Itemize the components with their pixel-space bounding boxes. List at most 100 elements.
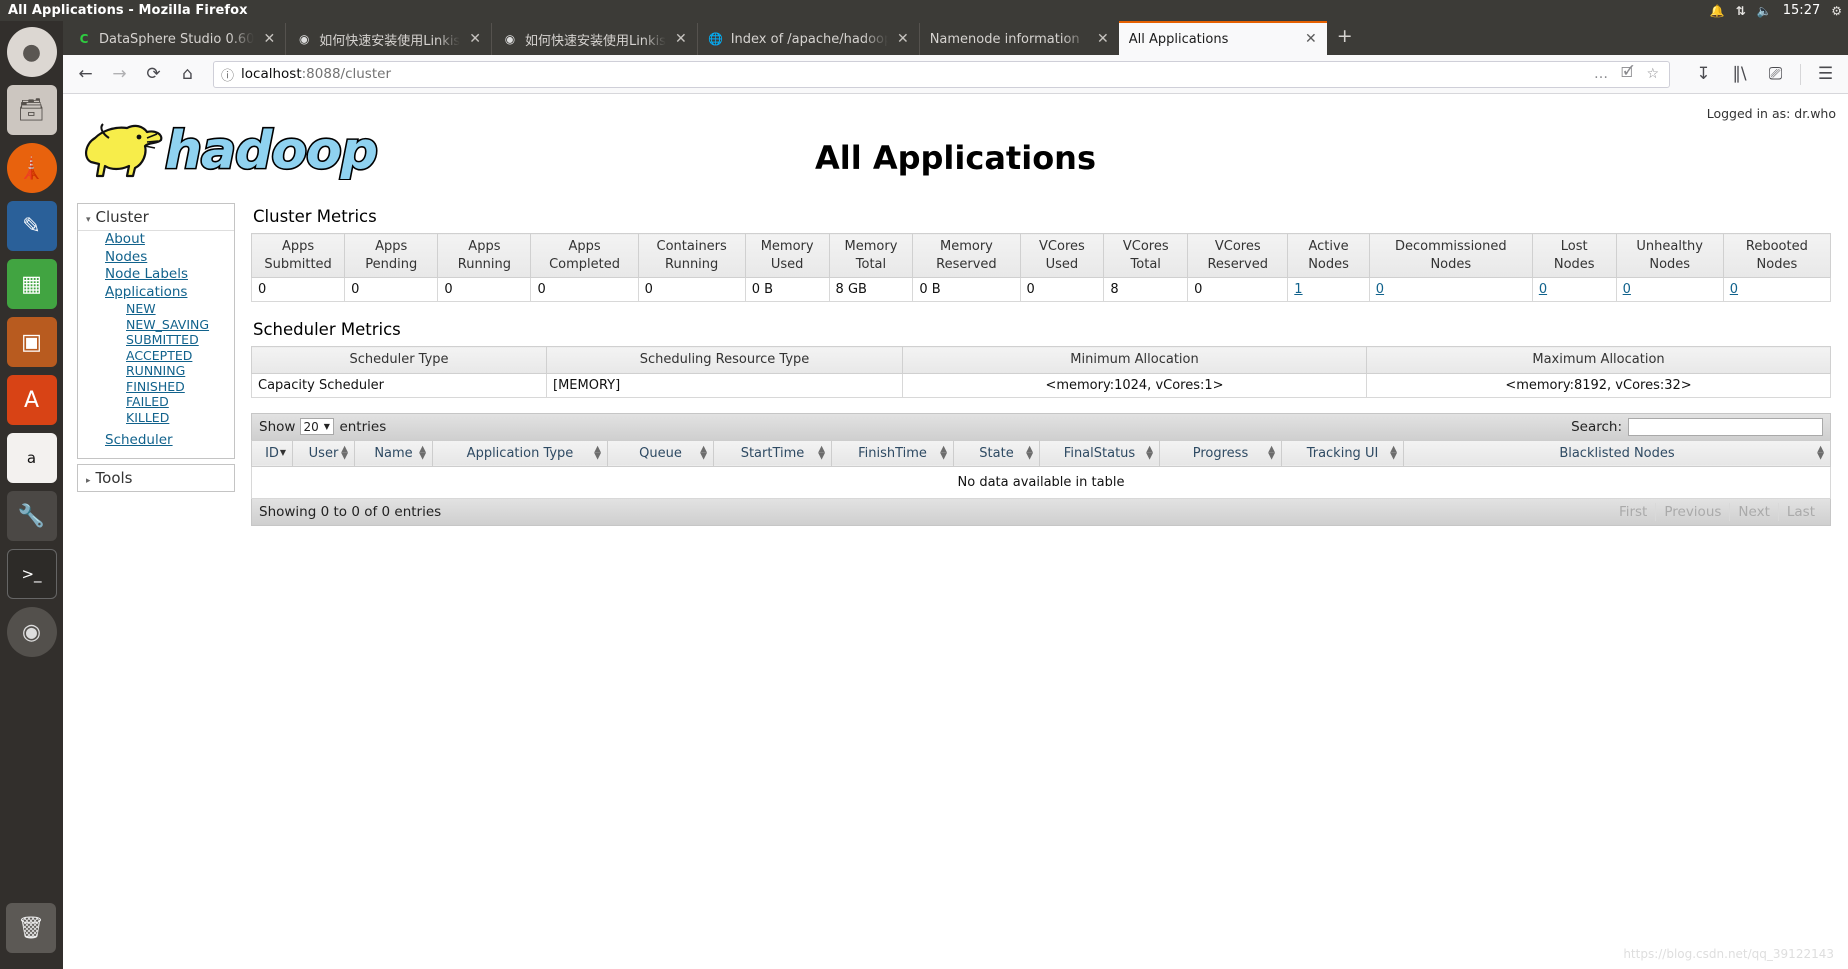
volume-icon[interactable]: 🔈	[1757, 5, 1772, 17]
metric-value[interactable]: 0	[1722, 277, 1832, 303]
col-queue[interactable]: Queue ▲ ▼	[607, 439, 714, 467]
tab-close-icon[interactable]: ✕	[1303, 32, 1319, 46]
globe-favicon-icon: 🌐	[708, 32, 724, 46]
sidebar-item-submitted[interactable]: SUBMITTED	[78, 333, 234, 348]
entries-select[interactable]: 20 ▼	[300, 418, 335, 436]
metric-link[interactable]: 0	[1376, 282, 1384, 297]
tab-close-icon[interactable]: ✕	[673, 32, 689, 46]
metric-value[interactable]: 1	[1287, 277, 1370, 303]
sidebar-item-nodes[interactable]: Nodes	[78, 250, 234, 266]
pocket-icon[interactable]: 🗹	[1618, 62, 1637, 86]
hamburger-menu-icon[interactable]: ☰	[1810, 59, 1841, 90]
metric-link[interactable]: 1	[1294, 282, 1302, 297]
pager-first-button[interactable]: First	[1611, 503, 1655, 521]
notification-icon[interactable]: 🔔	[1710, 5, 1725, 17]
sidebar-item-running[interactable]: RUNNING	[78, 364, 234, 379]
address-bar[interactable]: ⓘ localhost:8088/cluster … 🗹 ☆	[213, 60, 1670, 88]
library-icon[interactable]: ∥\	[1724, 59, 1755, 90]
col-user[interactable]: User ▲ ▼	[292, 439, 355, 467]
browser-tab[interactable]: 🌐 Index of /apache/hadoop ✕	[696, 23, 919, 55]
launcher-calc-icon[interactable]: ▦	[6, 259, 57, 309]
pager-last-button[interactable]: Last	[1777, 502, 1823, 521]
browser-tab[interactable]: C DataSphere Studio 0.60 ✕	[66, 23, 285, 55]
sidebar-item-failed[interactable]: FAILED	[78, 395, 234, 410]
launcher-writer-icon[interactable]: ✎	[6, 201, 57, 251]
metric-link[interactable]: 0	[1623, 282, 1631, 297]
metric-value: 0	[1187, 277, 1289, 303]
sidebar-item-finished[interactable]: FINISHED	[78, 380, 234, 395]
new-tab-button[interactable]: +	[1327, 25, 1363, 52]
launcher-disc-icon[interactable]: ◉	[6, 607, 57, 657]
browser-tab[interactable]: ◉ 如何快速安装使用Linkis ✕	[490, 23, 697, 55]
browser-tab-active[interactable]: All Applications ✕	[1118, 21, 1327, 55]
launcher-software-icon[interactable]: A	[6, 375, 57, 425]
sidebar-tools-header[interactable]: ▸ Tools	[78, 464, 234, 491]
pager-previous-button[interactable]: Previous	[1655, 502, 1729, 521]
yarn-resourcemanager-page: Logged in as: dr.who hadoop All Applicat…	[63, 94, 1848, 969]
col-finalstatus[interactable]: FinalStatus ▲ ▼	[1039, 439, 1160, 467]
col-tracking-ui[interactable]: Tracking UI ▲ ▼	[1281, 439, 1404, 467]
column-label: Name	[374, 445, 413, 461]
sidebar-item-applications[interactable]: Applications	[78, 285, 234, 301]
metric-link[interactable]: 0	[1539, 282, 1547, 297]
sidebar-item-new-saving[interactable]: NEW_SAVING	[78, 318, 234, 333]
col-name[interactable]: Name ▲ ▼	[354, 439, 433, 467]
launcher-trash-icon[interactable]: 🗑	[6, 903, 56, 953]
metric-value[interactable]: 0	[1531, 277, 1617, 303]
tab-close-icon[interactable]: ✕	[467, 32, 483, 46]
col-state[interactable]: State ▲ ▼	[953, 439, 1040, 467]
datatable-footer: Showing 0 to 0 of 0 entries First Previo…	[251, 498, 1831, 526]
col-finishtime[interactable]: FinishTime ▲ ▼	[831, 439, 954, 467]
tab-close-icon[interactable]: ✕	[261, 32, 277, 46]
back-button[interactable]: ←	[70, 59, 101, 90]
table-row: Capacity Scheduler [MEMORY] <memory:1024…	[251, 372, 1831, 398]
launcher-terminal-icon[interactable]: >_	[6, 549, 57, 599]
downloads-icon[interactable]: ↧	[1688, 59, 1719, 90]
network-icon[interactable]: ⇅	[1736, 5, 1746, 17]
launcher-amazon-icon[interactable]: a	[6, 433, 57, 483]
launcher-firefox-icon[interactable]: 🗼	[6, 143, 57, 193]
pager-next-button[interactable]: Next	[1729, 502, 1777, 521]
sidebar-item-new[interactable]: NEW	[78, 302, 234, 317]
table-header-row: ID ▼ User ▲ ▼ Name ▲ ▼ Application Type ▲ ▼ Queue ▲ ▼…	[251, 439, 1831, 467]
reload-button[interactable]: ⟳	[138, 59, 169, 90]
metric-value: 0	[530, 277, 639, 303]
table-header-row: Scheduler Type Scheduling Resource Type …	[251, 346, 1831, 374]
browser-tab[interactable]: Namenode information ✕	[918, 23, 1119, 55]
sidebar-item-scheduler[interactable]: Scheduler	[78, 433, 234, 449]
col-starttime[interactable]: StartTime ▲ ▼	[713, 439, 832, 467]
sidebar-icon[interactable]: ⎚	[1760, 59, 1791, 90]
sidebar-item-accepted[interactable]: ACCEPTED	[78, 349, 234, 364]
info-icon[interactable]: ⓘ	[221, 65, 234, 84]
browser-tab[interactable]: ◉ 如何快速安装使用Linkis ✕	[285, 23, 491, 55]
col-blacklisted-nodes[interactable]: Blacklisted Nodes ▲ ▼	[1403, 439, 1831, 467]
sidebar-item-killed[interactable]: KILLED	[78, 411, 234, 426]
sort-both-icon: ▲ ▼	[1268, 444, 1275, 462]
sidebar-cluster-header[interactable]: ▾ Cluster	[78, 204, 234, 231]
bookmark-star-icon[interactable]: ☆	[1643, 66, 1662, 82]
col-progress[interactable]: Progress ▲ ▼	[1159, 439, 1282, 467]
col-maximum-allocation: Maximum Allocation	[1366, 346, 1831, 374]
home-button[interactable]: ⌂	[172, 59, 203, 90]
col-application-type[interactable]: Application Type ▲ ▼	[432, 439, 608, 467]
sidebar-item-about[interactable]: About	[78, 232, 234, 248]
metric-value: 0	[1019, 277, 1105, 303]
sidebar-item-node-labels[interactable]: Node Labels	[78, 267, 234, 283]
tab-close-icon[interactable]: ✕	[895, 32, 911, 46]
metric-value[interactable]: 0	[1615, 277, 1724, 303]
sort-both-icon: ▲ ▼	[1390, 444, 1397, 462]
clock[interactable]: 15:27	[1783, 3, 1820, 18]
search-input[interactable]	[1628, 417, 1823, 436]
forward-button[interactable]: →	[104, 59, 135, 90]
col-id[interactable]: ID ▼	[251, 439, 293, 467]
pagination-controls: First Previous Next Last	[1611, 502, 1823, 521]
launcher-impress-icon[interactable]: ▣	[6, 317, 57, 367]
launcher-dash-icon[interactable]: ●	[6, 27, 57, 77]
metric-link[interactable]: 0	[1730, 282, 1738, 297]
page-actions-icon[interactable]: …	[1591, 66, 1611, 82]
launcher-files-icon[interactable]: 🗃	[6, 85, 57, 135]
launcher-settings-icon[interactable]: 🔧	[6, 491, 57, 541]
metric-value[interactable]: 0	[1368, 277, 1533, 303]
power-icon[interactable]: ⚙	[1831, 5, 1842, 17]
tab-close-icon[interactable]: ✕	[1095, 32, 1111, 46]
